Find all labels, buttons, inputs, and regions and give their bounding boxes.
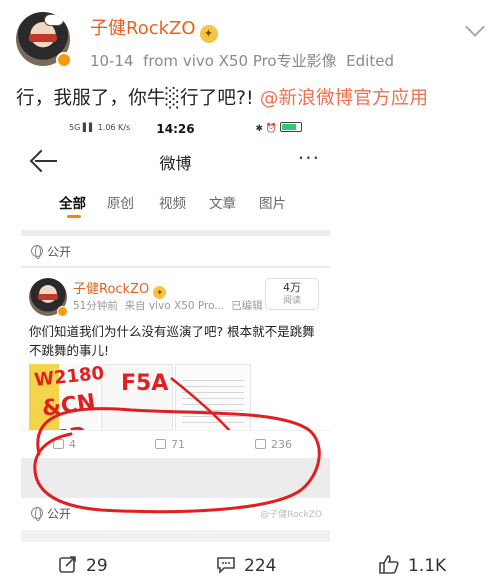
inner-source: 来自 vivo X50 Pro...	[124, 300, 225, 312]
inner-like-button[interactable]: 236	[255, 438, 292, 451]
inner-verified-badge-icon	[57, 306, 68, 317]
inner-like-count: 236	[271, 438, 292, 451]
share-icon	[59, 556, 76, 573]
comment-button[interactable]: 224	[216, 554, 276, 576]
post-date: 10-14	[90, 52, 134, 70]
inner-share-button[interactable]: 4	[53, 438, 76, 451]
inner-avatar-glasses	[38, 294, 58, 300]
inner-comment-count: 71	[171, 438, 185, 451]
thumbs-up-icon	[379, 555, 399, 574]
previous-card-edge	[21, 222, 330, 230]
share-button[interactable]: 29	[58, 554, 108, 576]
author-name-text: 子健RockZO	[90, 18, 196, 39]
thumbs-up-icon	[255, 439, 266, 449]
card-gap-bottom	[21, 458, 330, 498]
post-text: 行，我服了，你牛░行了吧?! @新浪微博官方应用	[16, 84, 428, 110]
bottom-globe-icon	[31, 507, 43, 521]
avatar-bubble	[44, 14, 64, 26]
mention-link[interactable]: @新浪微博官方应用	[260, 88, 428, 109]
post-actions-bar: 29 224 1.1K	[0, 548, 500, 586]
battery-icon	[280, 122, 302, 132]
share-count: 29	[86, 556, 108, 576]
visibility-label: 公开	[47, 245, 72, 259]
nav-title: 微博	[159, 154, 192, 173]
comment-icon	[155, 439, 166, 449]
comment-icon	[217, 557, 235, 574]
verified-badge-icon	[56, 52, 72, 68]
bottom-visibility-row: 公开 @子健RockZO	[21, 498, 330, 530]
post-source: from vivo X50 Pro专业影像	[143, 52, 337, 70]
globe-icon	[31, 245, 43, 259]
tab-original[interactable]: 原创	[107, 192, 134, 212]
share-icon	[53, 439, 64, 449]
inner-author-name[interactable]: 子健RockZO ✦	[73, 278, 167, 299]
image-watermark: @子健RockZO	[260, 510, 322, 520]
bottom-visibility-label: 公开	[47, 507, 72, 521]
phone-navbar: 微博 ···	[21, 140, 330, 182]
status-icons: ✱ ⏰	[256, 122, 302, 134]
tab-all[interactable]: 全部	[59, 192, 86, 212]
chevron-down-icon[interactable]	[465, 17, 485, 37]
more-icon[interactable]: ···	[298, 146, 320, 170]
author-name[interactable]: 子健RockZO ✦	[90, 14, 218, 43]
like-button[interactable]: 1.1K	[378, 554, 446, 576]
inner-meta: 51分钟前 来自 vivo X50 Pro... 已编辑	[73, 298, 263, 313]
avatar-glasses	[29, 34, 57, 42]
inner-edited: 已编辑	[231, 300, 263, 312]
tab-video[interactable]: 视频	[159, 192, 186, 212]
inner-actions-bar: 4 71 236	[21, 430, 330, 458]
inner-post-text: 你们知道我们为什么没有巡演了吧? 根本就不是跳舞不跳舞的事儿!	[29, 324, 315, 358]
inner-comment-button[interactable]: 71	[155, 438, 185, 451]
post-header: 子健RockZO ✦ 10-14 from vivo X50 Pro专业影像 Ed…	[16, 12, 486, 72]
edited-label[interactable]: Edited	[346, 52, 394, 70]
visibility-row: 公开	[21, 236, 330, 266]
embedded-screenshot[interactable]: 5G ▌▌ 1.06 K/s 14:26 ✱ ⏰ 微博 ··· 全部 原创 视频…	[21, 118, 330, 542]
comment-count: 224	[244, 556, 277, 576]
phone-status-bar: 5G ▌▌ 1.06 K/s 14:26 ✱ ⏰	[21, 118, 330, 140]
post-meta: 10-14 from vivo X50 Pro专业影像 Edited	[90, 50, 394, 71]
like-count: 1.1K	[408, 556, 447, 576]
read-count-number: 4万	[283, 281, 301, 294]
tab-article[interactable]: 文章	[209, 192, 236, 212]
tab-underline	[67, 215, 81, 218]
tab-images[interactable]: 图片	[259, 192, 286, 212]
read-count-unit: 阅读	[282, 296, 301, 306]
post-body: 行，我服了，你牛░行了吧?!	[16, 88, 260, 109]
inner-time: 51分钟前	[73, 300, 118, 312]
inner-author-name-text: 子健RockZO	[73, 282, 150, 297]
phone-tabs: 全部 原创 视频 文章 图片	[21, 182, 330, 222]
image-text-lines	[182, 375, 244, 425]
read-count-badge: 4万 阅读	[265, 278, 319, 310]
member-badge-icon: ✦	[199, 25, 218, 43]
inner-share-count: 4	[69, 438, 76, 451]
